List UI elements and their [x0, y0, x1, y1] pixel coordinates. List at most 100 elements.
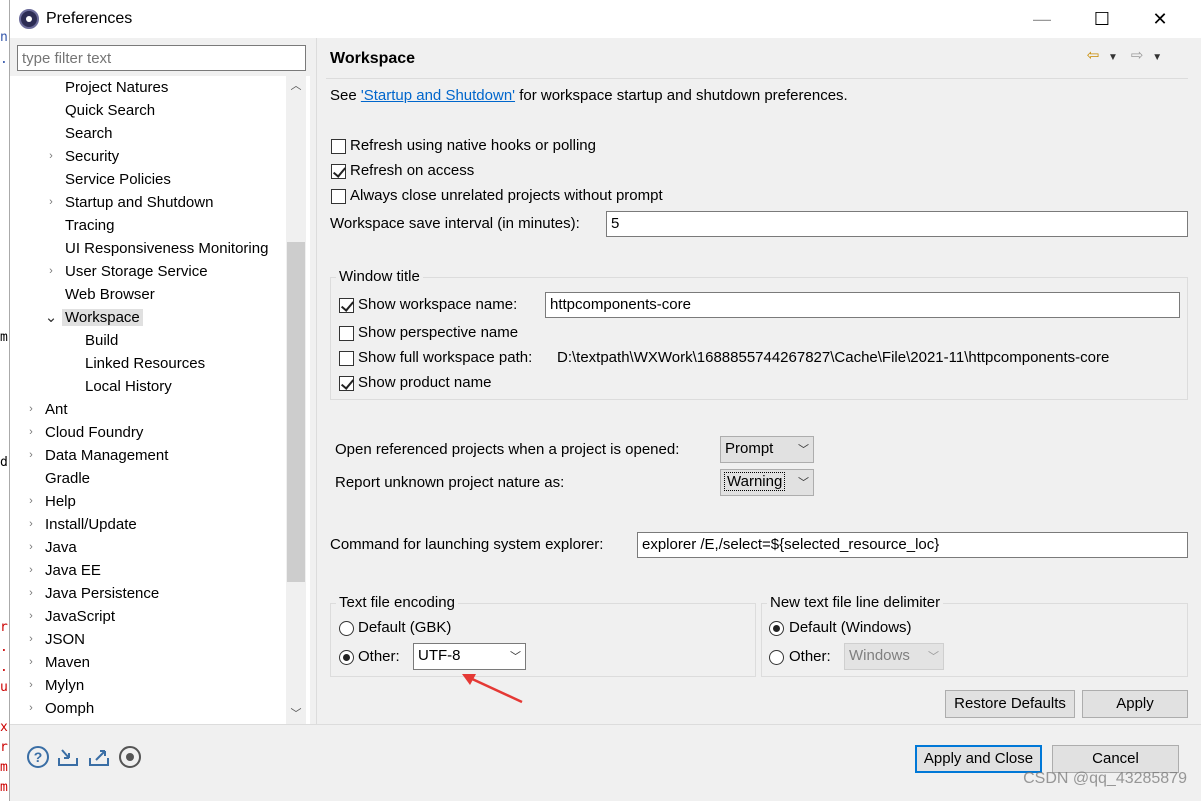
refresh-native-checkbox[interactable] — [331, 139, 346, 154]
close-button[interactable]: ✕ — [1131, 0, 1189, 38]
show-perspective-name-checkbox[interactable] — [339, 326, 354, 341]
tree-item[interactable]: Local History — [82, 375, 175, 398]
title-bar: Preferences — ☐ ✕ — [10, 0, 1201, 38]
tree-item[interactable]: Quick Search — [62, 99, 158, 122]
tree-item-label: Oomph — [45, 700, 95, 717]
minimize-button[interactable]: — — [1013, 0, 1071, 38]
tree-item[interactable]: Build — [82, 329, 121, 352]
encoding-other-radio[interactable] — [339, 650, 354, 665]
tree-item[interactable]: Tracing — [62, 214, 117, 237]
chevron-right-icon[interactable]: › — [24, 582, 38, 605]
tree-item[interactable]: Web Browser — [62, 283, 158, 306]
delimiter-default-radio[interactable] — [769, 621, 784, 636]
tree-item[interactable]: › Install/Update — [29, 513, 140, 536]
startup-shutdown-link[interactable]: 'Startup and Shutdown' — [361, 87, 515, 104]
chevron-right-icon[interactable]: › — [24, 444, 38, 467]
chevron-right-icon[interactable]: › — [24, 398, 38, 421]
tree-item-label: Service Policies — [65, 171, 171, 188]
chevron-down-icon: ﹀ — [798, 477, 809, 489]
show-product-name-checkbox[interactable] — [339, 376, 354, 391]
tree-item-label: Project Natures — [65, 79, 169, 96]
pane-divider[interactable] — [316, 38, 317, 724]
system-explorer-input[interactable]: explorer /E,/select=${selected_resource_… — [637, 532, 1188, 558]
intro-suffix: for workspace startup and shutdown prefe… — [515, 87, 848, 104]
export-icon[interactable] — [88, 746, 110, 768]
tree-item[interactable]: › Mylyn — [29, 674, 87, 697]
tree-item[interactable]: Linked Resources — [82, 352, 208, 375]
workspace-name-input[interactable]: httpcomponents-core — [545, 292, 1180, 318]
tree-item[interactable]: UI Responsiveness Monitoring — [62, 237, 271, 260]
scroll-up-icon[interactable]: ︿ — [286, 76, 306, 96]
tree-item[interactable]: › Ant — [29, 398, 71, 421]
chevron-right-icon[interactable]: › — [24, 490, 38, 513]
always-close-checkbox[interactable] — [331, 189, 346, 204]
tree-item[interactable]: › Oomph — [29, 697, 97, 720]
open-referenced-select[interactable]: Prompt ﹀ — [720, 436, 814, 463]
tree-item-label: Data Management — [45, 447, 169, 464]
tree-item[interactable]: › JSON — [29, 628, 88, 651]
tree-item[interactable]: › Help — [29, 490, 79, 513]
chevron-right-icon[interactable]: › — [24, 559, 38, 582]
chevron-right-icon[interactable]: › — [44, 260, 58, 283]
maximize-button[interactable]: ☐ — [1073, 0, 1131, 38]
save-interval-input[interactable]: 5 — [606, 211, 1188, 237]
chevron-right-icon[interactable]: › — [44, 191, 58, 214]
chevron-right-icon[interactable]: › — [24, 697, 38, 720]
chevron-right-icon[interactable]: › — [24, 651, 38, 674]
delimiter-select: Windows ﹀ — [844, 643, 944, 670]
help-icon[interactable]: ? — [27, 746, 49, 768]
tree-item[interactable]: › Maven — [29, 651, 93, 674]
cancel-button[interactable]: Cancel — [1052, 745, 1179, 773]
apply-button[interactable]: Apply — [1082, 690, 1188, 718]
delimiter-other-radio[interactable] — [769, 650, 784, 665]
tree-item[interactable]: › Java EE — [29, 559, 104, 582]
scroll-down-icon[interactable]: ﹀ — [286, 704, 306, 724]
forward-arrow-icon[interactable]: ⇨ — [1127, 46, 1147, 64]
back-menu-icon[interactable]: ▼ — [1103, 52, 1123, 63]
tree-item[interactable]: › JavaScript — [29, 605, 118, 628]
chevron-right-icon[interactable]: › — [44, 145, 58, 168]
chevron-right-icon[interactable]: › — [24, 628, 38, 651]
chevron-right-icon[interactable]: › — [24, 674, 38, 697]
import-icon[interactable] — [57, 746, 79, 768]
tree-item[interactable]: › Java — [29, 536, 80, 559]
tree-item[interactable]: › Startup and Shutdown — [49, 191, 216, 214]
refresh-access-checkbox[interactable] — [331, 164, 346, 179]
tree-item[interactable]: Service Policies — [62, 168, 174, 191]
chevron-down-icon[interactable]: ⌄ — [44, 306, 58, 329]
tree-item[interactable]: Gradle — [42, 467, 93, 490]
tree-item-label: Tracing — [65, 217, 115, 234]
forward-menu-icon[interactable]: ▼ — [1147, 52, 1167, 63]
tree-scrollbar[interactable]: ︿ ﹀ — [286, 76, 306, 724]
scroll-thumb[interactable] — [287, 242, 305, 582]
tree-item[interactable]: › Data Management — [29, 444, 171, 467]
encoding-default-radio[interactable] — [339, 621, 354, 636]
back-arrow-icon[interactable]: ⇦ — [1083, 46, 1103, 64]
tree-item[interactable]: Project Natures — [62, 76, 171, 99]
restore-defaults-button[interactable]: Restore Defaults — [945, 690, 1075, 718]
tree-item-label: JavaScript — [45, 608, 116, 625]
tree-item-label: Java Persistence — [45, 585, 160, 602]
chevron-right-icon[interactable]: › — [24, 605, 38, 628]
apply-and-close-button[interactable]: Apply and Close — [915, 745, 1042, 773]
tree-item[interactable]: › Cloud Foundry — [29, 421, 146, 444]
report-unknown-select[interactable]: Warning ﹀ — [720, 469, 814, 496]
background-window-strip: n . m d r . . u x r m m — [0, 0, 9, 801]
tree-item[interactable]: › Java Persistence — [29, 582, 162, 605]
full-path-value: D:\textpath\WXWork\1688855744267827\Cach… — [557, 349, 1110, 366]
chevron-right-icon[interactable]: › — [24, 421, 38, 444]
record-icon[interactable] — [119, 746, 141, 768]
chevron-right-icon[interactable]: › — [24, 513, 38, 536]
tree-item[interactable]: › Security — [49, 145, 122, 168]
show-full-path-checkbox[interactable] — [339, 351, 354, 366]
watermark: CSDN @qq_43285879 — [1023, 770, 1187, 787]
tree-item[interactable]: ⌄ Workspace — [45, 306, 143, 329]
chevron-right-icon[interactable]: › — [24, 536, 38, 559]
encoding-value: UTF-8 — [418, 647, 461, 664]
show-workspace-name-checkbox[interactable] — [339, 298, 354, 313]
tree-item-label: Search — [65, 125, 113, 142]
filter-input[interactable] — [17, 45, 306, 71]
tree-item[interactable]: › User Storage Service — [49, 260, 211, 283]
tree-item[interactable]: Search — [62, 122, 116, 145]
encoding-select[interactable]: UTF-8 ﹀ — [413, 643, 526, 670]
